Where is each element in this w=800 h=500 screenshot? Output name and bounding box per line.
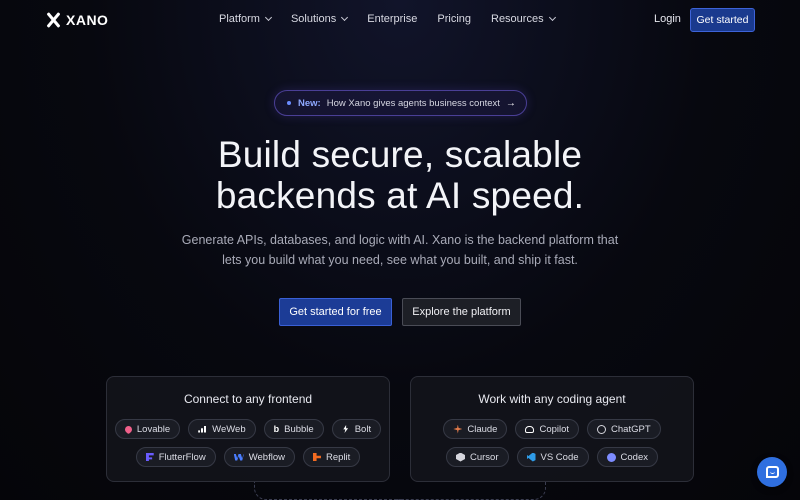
announcement-tag: New: [298,97,321,109]
get-started-free-button[interactable]: Get started for free [279,298,392,326]
dot-icon [287,101,291,105]
copilot-icon [525,425,535,433]
card-title: Work with any coding agent [478,392,626,406]
chip-bolt[interactable]: Bolt [331,419,382,439]
chatgpt-icon [597,424,607,434]
chip-label: Replit [325,451,351,463]
chip-codex[interactable]: Codex [596,447,658,467]
chip-webflow[interactable]: Webflow [223,447,295,467]
hero-title: Build secure, scalable backends at AI sp… [0,134,800,216]
chip-label: Lovable [136,423,171,435]
hero-subtitle-line: lets you build what you need, see what y… [222,253,578,267]
xano-logo[interactable]: XANO [46,12,108,28]
chip-copilot[interactable]: Copilot [515,419,580,439]
login-link[interactable]: Login [654,13,681,25]
chip-label: Bubble [284,423,314,435]
chevron-down-icon [264,13,273,22]
chat-icon [765,466,779,478]
vscode-icon [526,452,536,462]
chip-claude[interactable]: Claude [443,419,508,439]
weweb-icon [198,425,208,433]
connector-line [254,482,404,500]
nav-item-label: Solutions [290,13,337,25]
webflow-icon [233,453,244,461]
chip-row: Claude Copilot ChatGPT [411,419,693,439]
nav-item-solutions[interactable]: Solutions [290,13,349,25]
frontend-card: Connect to any frontend Lovable WeWeb bB… [106,376,390,482]
get-started-button[interactable]: Get started [690,8,755,32]
card-title: Connect to any frontend [183,392,313,406]
nav-item-enterprise[interactable]: Enterprise [367,13,417,25]
connector-line [396,482,546,500]
lovable-icon [123,424,134,434]
bolt-icon [343,425,349,433]
announcement-text: How Xano gives agents business context [326,97,500,109]
nav-item-label: Platform [219,13,260,25]
cursor-icon [455,452,465,462]
claude-icon [453,424,463,434]
flutterflow-icon [145,453,154,461]
chip-label: Claude [467,423,498,435]
nav-item-resources[interactable]: Resources [491,13,556,25]
chip-vscode[interactable]: VS Code [516,447,589,467]
codex-icon [606,452,616,462]
chip-bubble[interactable]: b Bubble [263,419,324,439]
chip-label: VS Code [540,451,579,463]
chip-cursor[interactable]: Cursor [445,447,509,467]
chevron-down-icon [548,13,556,22]
nav-item-label: Resources [491,13,544,25]
coding-agent-card: Work with any coding agent Claude Copilo… [410,376,694,482]
nav-item-platform[interactable]: Platform [219,13,273,25]
nav-item-label: Enterprise [367,13,418,25]
chip-row: FlutterFlow Webflow Replit [107,447,389,467]
hero-subtitle-line: Generate APIs, databases, and logic with… [181,233,619,247]
chip-label: Copilot [539,423,570,435]
explore-platform-button[interactable]: Explore the platform [402,298,521,326]
xano-logo-mark-icon [46,13,60,27]
chip-label: Webflow [248,451,285,463]
logo-text: XANO [66,12,109,28]
chip-label: Cursor [469,451,499,463]
top-navigation: XANO Platform Solutions Enterprise Prici… [0,0,800,40]
chip-label: ChatGPT [611,423,651,435]
chip-label: WeWeb [212,423,246,435]
chip-weweb[interactable]: WeWeb [188,419,256,439]
chip-label: Bolt [354,423,372,435]
chip-flutterflow[interactable]: FlutterFlow [135,447,216,467]
chevron-down-icon [341,13,349,22]
chip-replit[interactable]: Replit [302,447,361,467]
chip-row: Cursor VS Code Codex [411,447,693,467]
chip-label: Codex [620,451,648,463]
hero-title-line: backends at AI speed. [215,175,585,216]
nav-item-pricing[interactable]: Pricing [437,13,471,25]
hero-title-line: Build secure, scalable [217,134,583,175]
bubble-icon: b [273,424,280,434]
chip-label: FlutterFlow [158,451,206,463]
arrow-right-icon: → [505,97,516,109]
hero-subtitle: Generate APIs, databases, and logic with… [180,230,620,270]
replit-icon [312,453,321,461]
nav-item-label: Pricing [437,13,471,25]
chip-row: Lovable WeWeb b Bubble Bolt [107,419,389,439]
chip-lovable[interactable]: Lovable [114,419,181,439]
announcement-pill[interactable]: New: How Xano gives agents business cont… [274,90,527,116]
nav-links: Platform Solutions Enterprise Pricing Re… [219,13,575,25]
chip-chatgpt[interactable]: ChatGPT [587,419,661,439]
chat-launcher-button[interactable] [757,457,787,487]
